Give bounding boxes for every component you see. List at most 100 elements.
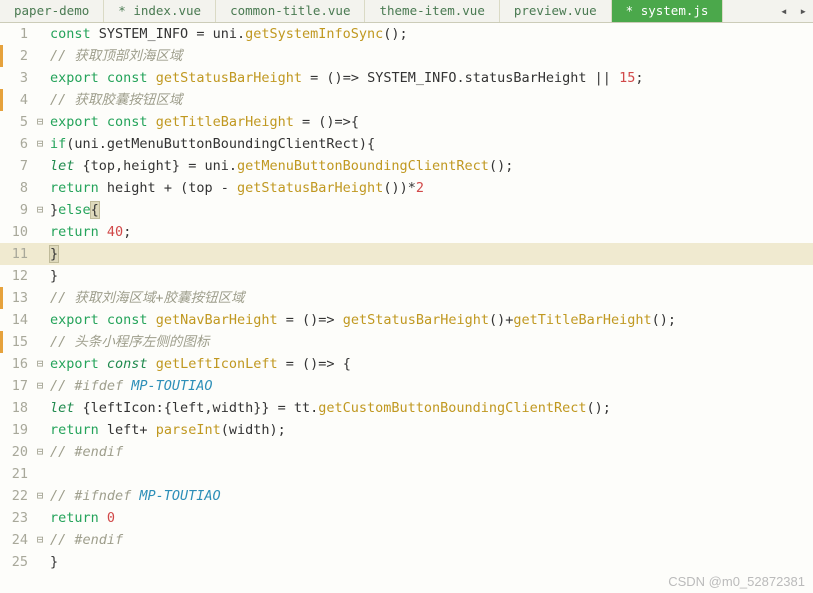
fold-icon[interactable]: ⊟ (34, 375, 46, 397)
code-text[interactable]: // 头条小程序左侧的图标 (46, 331, 813, 353)
code-line[interactable]: 24⊟ // #endif (0, 529, 813, 551)
code-text[interactable]: } (46, 265, 813, 287)
fold-icon[interactable]: ⊟ (34, 133, 46, 155)
line-number: 1 (0, 23, 34, 45)
code-text[interactable]: }else{ (46, 199, 813, 221)
line-number: 20 (0, 441, 34, 463)
fold-icon (34, 507, 46, 529)
fold-icon[interactable]: ⊟ (34, 441, 46, 463)
line-number: 25 (0, 551, 34, 573)
line-number: 4 (0, 89, 34, 111)
code-line[interactable]: 12} (0, 265, 813, 287)
code-text[interactable]: // #endif (46, 529, 813, 551)
line-number: 5 (0, 111, 34, 133)
code-text[interactable]: // 获取胶囊按钮区域 (46, 89, 813, 111)
fold-icon (34, 419, 46, 441)
fold-icon (34, 177, 46, 199)
line-number: 7 (0, 155, 34, 177)
code-line[interactable]: 3 export const getStatusBarHeight = ()=> … (0, 67, 813, 89)
code-line[interactable]: 6⊟ if(uni.getMenuButtonBoundingClientRec… (0, 133, 813, 155)
code-line[interactable]: 15 // 头条小程序左侧的图标 (0, 331, 813, 353)
line-number: 6 (0, 133, 34, 155)
code-line[interactable]: 23 return 0 (0, 507, 813, 529)
tab-theme-item-vue[interactable]: theme-item.vue (365, 0, 499, 22)
line-number: 14 (0, 309, 34, 331)
line-number: 13 (0, 287, 34, 309)
line-number: 22 (0, 485, 34, 507)
tab-paper-demo[interactable]: paper-demo (0, 0, 104, 22)
code-text[interactable]: } (46, 243, 813, 265)
code-line[interactable]: 19 return left+ parseInt(width); (0, 419, 813, 441)
code-line[interactable]: 16⊟export const getLeftIconLeft = ()=> { (0, 353, 813, 375)
code-line[interactable]: 21 (0, 463, 813, 485)
tab-common-title-vue[interactable]: common-title.vue (216, 0, 365, 22)
code-text[interactable]: // #ifndef MP-TOUTIAO (46, 485, 813, 507)
code-text[interactable]: let {leftIcon:{left,width}} = tt.getCust… (46, 397, 813, 419)
code-line[interactable]: 1 const SYSTEM_INFO = uni.getSystemInfoSy… (0, 23, 813, 45)
fold-icon (34, 265, 46, 287)
line-number: 18 (0, 397, 34, 419)
code-line[interactable]: 17⊟ // #ifdef MP-TOUTIAO (0, 375, 813, 397)
line-number: 23 (0, 507, 34, 529)
code-line[interactable]: 11 } (0, 243, 813, 265)
tab-preview-vue[interactable]: preview.vue (500, 0, 612, 22)
tab-scroll-left-icon[interactable]: ◂ (774, 0, 794, 22)
code-line[interactable]: 7 let {top,height} = uni.getMenuButtonBo… (0, 155, 813, 177)
fold-icon[interactable]: ⊟ (34, 199, 46, 221)
fold-icon[interactable]: ⊟ (34, 353, 46, 375)
line-number: 11 (0, 243, 34, 265)
line-number: 16 (0, 353, 34, 375)
fold-icon[interactable]: ⊟ (34, 485, 46, 507)
code-text[interactable]: // 获取顶部刘海区域 (46, 45, 813, 67)
code-text[interactable]: let {top,height} = uni.getMenuButtonBoun… (46, 155, 813, 177)
line-number: 19 (0, 419, 34, 441)
code-text[interactable]: return 0 (46, 507, 813, 529)
line-number: 3 (0, 67, 34, 89)
code-text[interactable]: export const getTitleBarHeight = ()=>{ (46, 111, 813, 133)
fold-icon[interactable]: ⊟ (34, 529, 46, 551)
line-number: 9 (0, 199, 34, 221)
code-text[interactable]: export const getNavBarHeight = ()=> getS… (46, 309, 813, 331)
fold-icon (34, 551, 46, 573)
line-number: 10 (0, 221, 34, 243)
tab-system-js[interactable]: * system.js (612, 0, 724, 22)
code-text[interactable]: } (46, 551, 813, 573)
code-editor[interactable]: 1 const SYSTEM_INFO = uni.getSystemInfoSy… (0, 23, 813, 573)
fold-icon (34, 243, 46, 265)
line-number: 8 (0, 177, 34, 199)
code-text[interactable]: // #endif (46, 441, 813, 463)
code-text[interactable]: // #ifdef MP-TOUTIAO (46, 375, 813, 397)
code-text[interactable]: export const getLeftIconLeft = ()=> { (46, 353, 813, 375)
code-line[interactable]: 2// 获取顶部刘海区域 (0, 45, 813, 67)
code-line[interactable]: 20⊟ // #endif (0, 441, 813, 463)
tab-index-vue[interactable]: * index.vue (104, 0, 216, 22)
code-line[interactable]: 25} (0, 551, 813, 573)
code-line[interactable]: 22⊟ // #ifndef MP-TOUTIAO (0, 485, 813, 507)
line-number: 17 (0, 375, 34, 397)
fold-icon (34, 23, 46, 45)
code-text[interactable]: // 获取刘海区域+胶囊按钮区域 (46, 287, 813, 309)
fold-icon (34, 45, 46, 67)
code-line[interactable]: 5⊟export const getTitleBarHeight = ()=>{ (0, 111, 813, 133)
fold-icon[interactable]: ⊟ (34, 111, 46, 133)
code-text[interactable]: export const getStatusBarHeight = ()=> S… (46, 67, 813, 89)
code-text[interactable]: return left+ parseInt(width); (46, 419, 813, 441)
code-line[interactable]: 4 // 获取胶囊按钮区域 (0, 89, 813, 111)
fold-icon (34, 89, 46, 111)
code-line[interactable]: 10 return 40; (0, 221, 813, 243)
fold-icon (34, 309, 46, 331)
code-line[interactable]: 13 // 获取刘海区域+胶囊按钮区域 (0, 287, 813, 309)
code-text[interactable] (46, 463, 813, 485)
fold-icon (34, 463, 46, 485)
code-line[interactable]: 18 let {leftIcon:{left,width}} = tt.getC… (0, 397, 813, 419)
tab-scroll-right-icon[interactable]: ▸ (793, 0, 813, 22)
fold-icon (34, 155, 46, 177)
code-line[interactable]: 14 export const getNavBarHeight = ()=> ge… (0, 309, 813, 331)
code-text[interactable]: const SYSTEM_INFO = uni.getSystemInfoSyn… (46, 23, 813, 45)
line-number: 15 (0, 331, 34, 353)
code-text[interactable]: if(uni.getMenuButtonBoundingClientRect){ (46, 133, 813, 155)
code-line[interactable]: 9⊟ }else{ (0, 199, 813, 221)
code-text[interactable]: return 40; (46, 221, 813, 243)
code-line[interactable]: 8 return height + (top - getStatusBarHei… (0, 177, 813, 199)
code-text[interactable]: return height + (top - getStatusBarHeigh… (46, 177, 813, 199)
